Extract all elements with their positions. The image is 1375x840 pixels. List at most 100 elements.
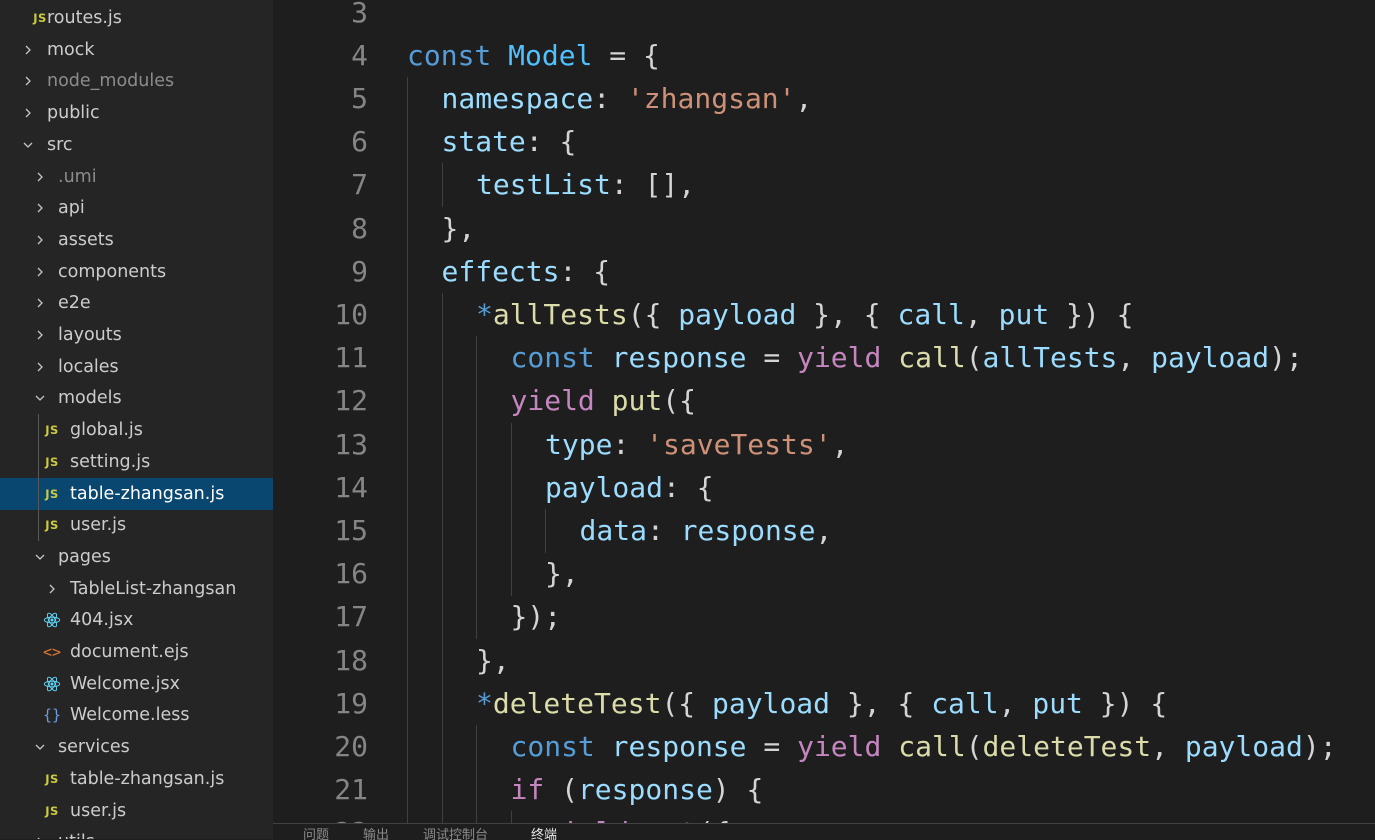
indent-guide [510,465,512,510]
code-token: }); [510,600,562,634]
panel-tab[interactable]: 问题 [303,828,329,840]
chevron-right-icon[interactable] [46,583,58,595]
explorer-file-row[interactable]: 404.jsx [0,604,273,636]
explorer-folder-row[interactable]: locales [0,351,273,383]
indent-guide [441,811,443,823]
code-line[interactable]: 15 data: response, [273,509,1375,552]
code-line[interactable]: 10 *allTests({ payload }, { call, put }) … [273,293,1375,336]
chevron-right-icon[interactable] [34,329,46,341]
code-token: deleteTest [492,686,662,720]
explorer-file-row[interactable]: Welcome.jsx [0,668,273,700]
code-line[interactable]: 8}, [273,207,1375,250]
code-token: yield [545,816,646,823]
explorer-file-row[interactable]: JS user.js [0,509,273,541]
panel-tab[interactable]: 调试控制台 [423,828,488,840]
explorer-file-row[interactable]: {} Welcome.less [0,699,273,731]
explorer-folder-row[interactable]: TableList-zhangsan [0,573,273,605]
chevron-right-icon[interactable] [34,202,46,214]
indent-guide [441,768,443,813]
indent-guide [407,681,408,726]
explorer-folder-row[interactable]: api [0,192,273,224]
explorer-file-row[interactable]: JS table-zhangsan.js [0,477,273,510]
code-editor[interactable]: 3 4 const Model = {5 namespace: 'zhangsan',… [273,0,1375,823]
explorer-file-row[interactable]: JS setting.js [0,446,273,478]
chevron-down-icon[interactable] [34,551,46,563]
code-line[interactable]: 4 const Model = { [273,34,1375,77]
explorer-file-row[interactable]: JS user.js [0,795,273,827]
indent-guide [407,768,408,813]
explorer-folder-row[interactable]: layouts [0,319,273,351]
panel-tab[interactable]: 终端 [531,828,557,840]
line-number: 3 [351,0,368,29]
code-line[interactable]: 6 state: { [273,120,1375,163]
code-line[interactable]: 9 effects: { [273,250,1375,293]
chevron-down-icon[interactable] [22,139,34,151]
js-file-icon: JS [45,771,59,786]
chevron-right-icon[interactable] [34,361,46,373]
explorer-item-label: table-zhangsan.js [70,483,225,504]
code-line[interactable]: 7 testList: [], [273,163,1375,206]
indent-guide [441,379,443,424]
explorer-item-label: mock [47,39,95,60]
line-number: 17 [334,600,368,634]
explorer-folder-row[interactable]: assets [0,224,273,256]
code-line[interactable]: 21 if (response) { [273,768,1375,811]
code-line[interactable]: 5 namespace: 'zhangsan', [273,77,1375,120]
code-token: ({ [661,686,713,720]
code-line[interactable]: 18}, [273,639,1375,682]
code-line[interactable]: 11 const response = yield call(allTests, … [273,336,1375,379]
code-line[interactable]: 12 yield put({ [273,379,1375,422]
explorer-folder-row[interactable]: components [0,256,273,288]
indent-guide [441,595,443,640]
explorer-file-row[interactable]: JS table-zhangsan.js [0,763,273,795]
chevron-right-icon[interactable] [34,171,46,183]
code-line[interactable]: 19 *deleteTest({ payload }, { call, put }… [273,682,1375,725]
explorer-item-label: user.js [70,515,127,536]
explorer-folder-row[interactable]: node_modules [0,65,273,97]
code-text: }, [442,207,476,250]
chevron-down-icon[interactable] [34,741,46,753]
explorer-item-label: node_modules [47,71,175,92]
code-line[interactable]: 14 payload: { [273,466,1375,509]
code-token: call [898,341,966,375]
code-line[interactable]: 3 [273,0,1375,34]
explorer-file-row[interactable]: <> document.ejs [0,636,273,668]
explorer-folder-row[interactable]: .umi [0,161,273,193]
curly-braces-icon: {} [42,706,62,725]
explorer-folder-row[interactable]: pages [0,541,273,573]
explorer-file-row[interactable]: JS routes.js [0,2,273,34]
explorer-file-row[interactable]: JS global.js [0,414,273,446]
explorer-folder-row[interactable]: public [0,97,273,129]
chevron-right-icon[interactable] [34,266,46,278]
indent-guide [545,508,546,553]
explorer-folder-row[interactable]: src [0,129,273,161]
indent-guide [476,811,477,823]
line-number: 11 [334,341,368,375]
explorer-folder-row[interactable]: e2e [0,287,273,319]
explorer-folder-row[interactable]: mock [0,34,273,66]
chevron-right-icon[interactable] [34,297,46,309]
indent-guide [407,422,408,467]
code-token: response [611,341,747,375]
code-token: ( [965,729,983,763]
chevron-right-icon[interactable] [22,75,34,87]
explorer-item-label: assets [58,229,114,250]
indent-guide [407,206,408,251]
code-line[interactable]: 20 const response = yield call(deleteTest… [273,725,1375,768]
chevron-down-icon[interactable] [34,392,46,404]
indent-guide [441,681,443,726]
explorer-item-label: setting.js [70,451,151,472]
code-line[interactable]: 22 yield put({ [273,811,1375,823]
chevron-right-icon[interactable] [22,107,34,119]
explorer-folder-row[interactable]: models [0,382,273,414]
code-line[interactable]: 17}); [273,595,1375,638]
chevron-right-icon[interactable] [22,44,34,56]
explorer-folder-row[interactable]: utils [0,826,273,839]
chevron-right-icon[interactable] [34,234,46,246]
indent-guide [476,465,477,510]
explorer-folder-row[interactable]: services [0,731,273,763]
code-line[interactable]: 16}, [273,552,1375,595]
indent-guide [510,552,512,597]
panel-tab[interactable]: 输出 [363,828,389,840]
code-line[interactable]: 13 type: 'saveTests', [273,423,1375,466]
